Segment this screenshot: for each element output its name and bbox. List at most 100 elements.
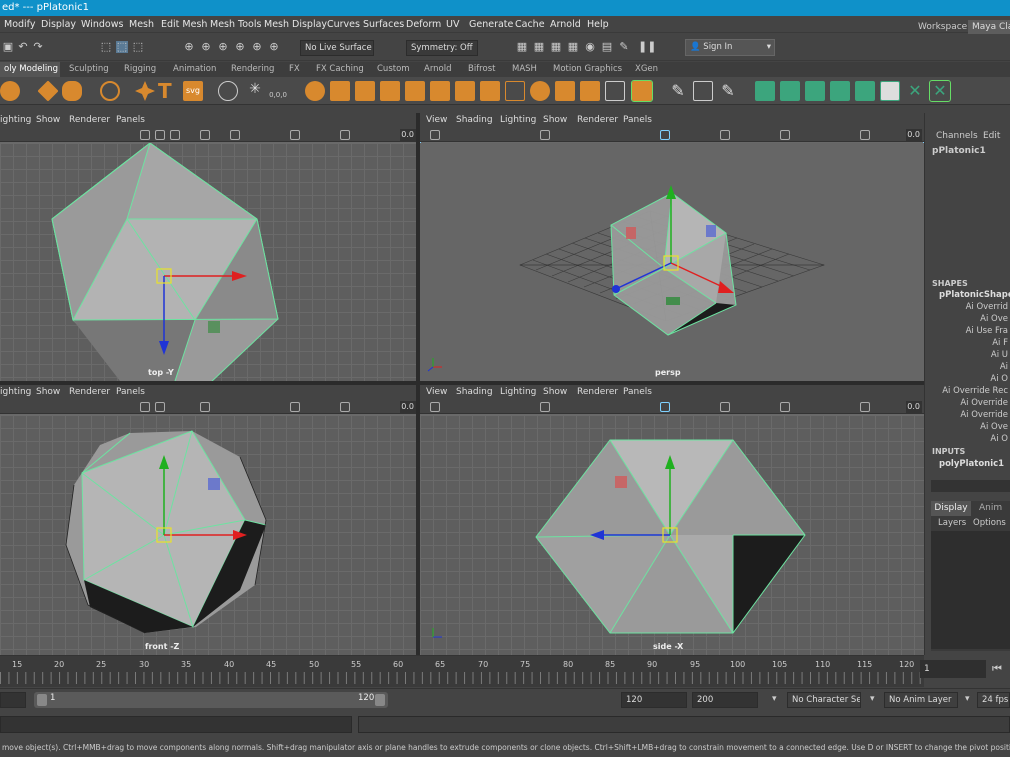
smooth-shade-icon[interactable]	[155, 402, 165, 412]
camera-attr-icon[interactable]	[860, 130, 870, 140]
sew-uv-icon[interactable]: ✕	[929, 80, 951, 102]
panel-menu-renderer[interactable]: Renderer	[69, 385, 110, 400]
shelf-tab-poly-modeling[interactable]: oly Modeling	[0, 62, 60, 77]
select-object-icon[interactable]: ⬚	[116, 41, 128, 53]
wireframe-icon[interactable]	[140, 402, 150, 412]
pause-icon[interactable]: ❚❚	[638, 41, 656, 53]
bridge-icon[interactable]	[355, 81, 375, 101]
input-node[interactable]: polyPlatonic1	[939, 459, 1004, 469]
isolate-icon[interactable]	[780, 130, 790, 140]
attr-row[interactable]: Ai	[1000, 362, 1008, 372]
snap-view-plane-icon[interactable]: ⊕	[251, 41, 263, 53]
smooth-icon[interactable]	[305, 81, 325, 101]
quadrangulate-icon[interactable]	[555, 81, 575, 101]
lights-icon[interactable]	[200, 402, 210, 412]
shelf-tab-xgen[interactable]: XGen	[635, 62, 658, 77]
chevron-down-icon[interactable]: ▾	[965, 694, 970, 704]
menu-generate[interactable]: Generate	[469, 16, 513, 33]
poly-cube-icon[interactable]	[37, 80, 59, 102]
smooth-shade-icon[interactable]	[155, 130, 165, 140]
panel-menu-lighting[interactable]: ighting	[0, 385, 31, 400]
triangulate-icon[interactable]	[530, 81, 550, 101]
wireframe-icon[interactable]	[140, 130, 150, 140]
layer-tab-anim[interactable]: Anim	[979, 501, 1002, 516]
panel-menu-lighting[interactable]: ighting	[0, 113, 31, 128]
exposure-field[interactable]: 0.0	[400, 401, 416, 413]
character-set-field[interactable]: No Character Set	[787, 692, 861, 708]
append-icon[interactable]	[480, 81, 500, 101]
bevel-icon[interactable]	[330, 81, 350, 101]
viewport-canvas[interactable]: persp	[420, 143, 924, 381]
make-live-icon[interactable]: ⊕	[268, 41, 280, 53]
shelf-tab-fx-caching[interactable]: FX Caching	[316, 62, 364, 77]
panel-menu-lighting[interactable]: Lighting	[500, 113, 536, 128]
poly-sphere-icon[interactable]	[0, 81, 20, 101]
panel-menu-lighting[interactable]: Lighting	[500, 385, 536, 400]
layer-tab-display[interactable]: Display	[931, 501, 971, 516]
channel-scrollbar[interactable]	[931, 480, 1010, 492]
attr-row[interactable]: Ai Overrid	[966, 302, 1008, 312]
shelf-tab-rigging[interactable]: Rigging	[124, 62, 156, 77]
uv-editor-icon[interactable]	[755, 81, 775, 101]
panel-menu-renderer[interactable]: Renderer	[69, 113, 110, 128]
snap-projected-icon[interactable]: ⊕	[234, 41, 246, 53]
extrude-icon[interactable]	[380, 81, 400, 101]
viewport-top[interactable]: ighting Show Renderer Panels 0.0 top -Y	[0, 113, 416, 381]
panel-menu-shading[interactable]: Shading	[456, 113, 493, 128]
menu-help[interactable]: Help	[587, 16, 609, 33]
panel-menu-view[interactable]: View	[426, 113, 447, 128]
select-hierarchy-icon[interactable]: ⬚	[100, 41, 112, 53]
attr-row[interactable]: Ai Ove	[980, 422, 1008, 432]
fps-field[interactable]: 24 fps	[977, 692, 1010, 708]
chevron-down-icon[interactable]: ▾	[772, 694, 777, 704]
mirror-icon[interactable]	[430, 81, 450, 101]
shelf-tab-bifrost[interactable]: Bifrost	[468, 62, 495, 77]
channel-menu-channels[interactable]: Channels	[936, 131, 978, 141]
panel-menu-show[interactable]: Show	[543, 385, 567, 400]
animation-end-field[interactable]: 200	[692, 692, 758, 708]
menu-arnold[interactable]: Arnold	[550, 16, 581, 33]
shelf-tab-mash[interactable]: MASH	[512, 62, 537, 77]
range-slider[interactable]: 1 120	[34, 692, 388, 708]
merge-icon[interactable]	[455, 81, 475, 101]
panel-menu-show[interactable]: Show	[36, 385, 60, 400]
combine-icon[interactable]	[218, 81, 238, 101]
target-weld-icon[interactable]	[605, 81, 625, 101]
isolate-icon[interactable]	[290, 130, 300, 140]
menu-uv[interactable]: UV	[446, 16, 459, 33]
menu-curves[interactable]: Curves	[327, 16, 360, 33]
checker-icon[interactable]	[880, 81, 900, 101]
textured-icon[interactable]	[170, 130, 180, 140]
isolate-icon[interactable]	[780, 402, 790, 412]
range-handle-left[interactable]	[37, 694, 47, 706]
camera-attr-icon[interactable]	[860, 402, 870, 412]
camera-attr-icon[interactable]	[340, 402, 350, 412]
menu-cache[interactable]: Cache	[515, 16, 545, 33]
hypershade-icon[interactable]: ◉	[584, 41, 596, 53]
viewport-canvas[interactable]: top -Y	[0, 143, 416, 381]
layer-menu-options[interactable]: Options	[973, 518, 1006, 528]
select-camera-icon[interactable]	[430, 402, 440, 412]
viewport-front[interactable]: ighting Show Renderer Panels 0.0 front -…	[0, 385, 416, 655]
exposure-field[interactable]: 0.0	[906, 401, 922, 413]
render-view-icon[interactable]: ▤	[601, 41, 613, 53]
shelf-tab-custom[interactable]: Custom	[377, 62, 410, 77]
center-pivot-icon[interactable]: 0,0,0	[268, 81, 288, 101]
boolean-icon[interactable]	[405, 81, 425, 101]
attr-row[interactable]: Ai Override Rec	[942, 386, 1008, 396]
exposure-field[interactable]: 0.0	[400, 129, 416, 141]
xray-icon[interactable]	[230, 130, 240, 140]
attr-row[interactable]: Ai Override	[960, 410, 1008, 420]
panel-menu-view[interactable]: View	[426, 385, 447, 400]
knife-icon[interactable]: ✎	[718, 81, 738, 101]
shelf-tab-animation[interactable]: Animation	[173, 62, 216, 77]
chevron-down-icon[interactable]: ▾	[870, 694, 875, 704]
workspace-select[interactable]: Maya Classic	[968, 20, 1010, 34]
planar-map-icon[interactable]	[780, 81, 800, 101]
poly-text-icon[interactable]: T	[158, 81, 178, 101]
menu-mesh-display[interactable]: Mesh Display	[264, 16, 327, 33]
panel-menu-show[interactable]: Show	[543, 113, 567, 128]
cylindrical-map-icon[interactable]	[805, 81, 825, 101]
menu-edit-mesh[interactable]: Edit Mesh	[161, 16, 207, 33]
isolate-icon[interactable]	[290, 402, 300, 412]
